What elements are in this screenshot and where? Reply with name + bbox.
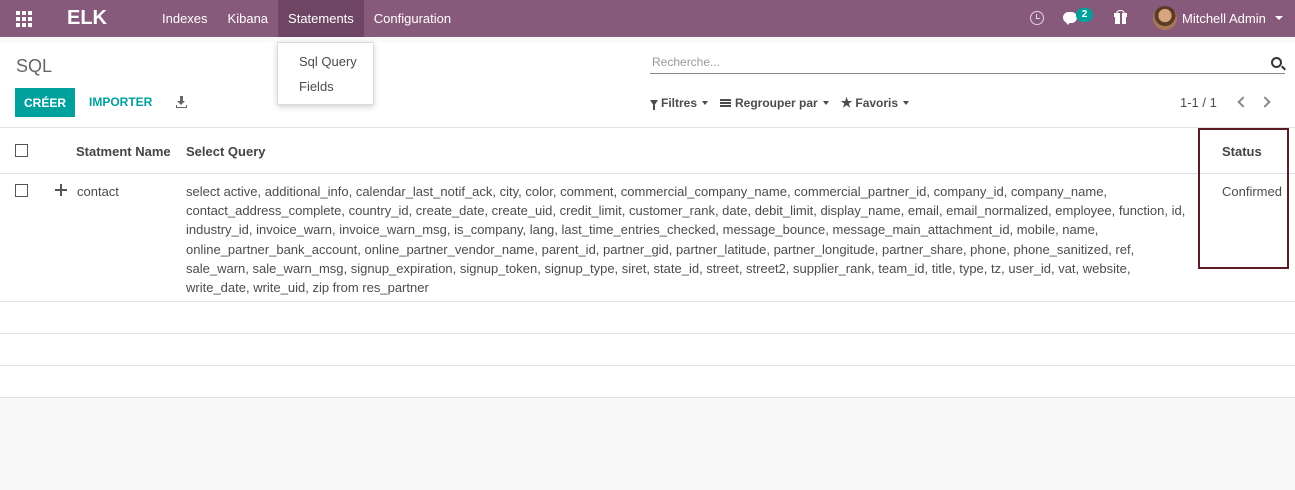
groupby-dropdown[interactable]: Regrouper par xyxy=(720,95,829,111)
cell-status: Confirmed xyxy=(1222,184,1282,199)
user-avatar[interactable] xyxy=(1153,6,1177,30)
menu-configuration[interactable]: Configuration xyxy=(364,0,461,37)
chat-icon[interactable] xyxy=(1063,12,1077,25)
chevron-down-icon xyxy=(702,101,709,105)
pager-next-icon[interactable] xyxy=(1259,96,1271,108)
drag-handle-icon[interactable] xyxy=(55,184,67,196)
select-all-checkbox[interactable] xyxy=(15,144,28,157)
row-checkbox[interactable] xyxy=(15,184,28,197)
gift-icon[interactable] xyxy=(1114,10,1127,24)
list-view-table: Statment Name Select Query Status contac… xyxy=(0,128,1295,398)
import-button[interactable]: IMPORTER xyxy=(89,88,152,117)
chevron-down-icon xyxy=(903,101,910,105)
star-icon: ★ xyxy=(840,95,853,110)
list-icon xyxy=(720,99,732,107)
search-icon[interactable] xyxy=(1271,57,1282,68)
column-header-name[interactable]: Statment Name xyxy=(76,144,171,159)
user-name[interactable]: Mitchell Admin xyxy=(1182,11,1266,26)
search-bar xyxy=(650,54,1285,74)
cell-select-query: select active, additional_info, calendar… xyxy=(186,184,1186,296)
menu-statements[interactable]: Statements xyxy=(278,0,364,37)
menu-item-sql-query[interactable]: Sql Query xyxy=(299,54,357,69)
breadcrumb: SQL xyxy=(16,56,53,76)
menu-item-fields[interactable]: Fields xyxy=(299,79,334,94)
column-header-status[interactable]: Status xyxy=(1222,144,1262,159)
table-row[interactable]: contact select active, additional_info, … xyxy=(0,174,1295,302)
statements-dropdown-menu: Sql Query Fields xyxy=(277,42,374,105)
chevron-down-icon xyxy=(822,101,829,105)
column-header-query[interactable]: Select Query xyxy=(186,144,266,159)
activity-clock-icon[interactable] xyxy=(1030,11,1044,25)
filters-label: Filtres xyxy=(661,96,698,110)
download-icon[interactable] xyxy=(176,96,187,108)
menu-kibana[interactable]: Kibana xyxy=(218,0,278,37)
pager-value[interactable]: 1-1 / 1 xyxy=(1180,95,1217,110)
search-input[interactable] xyxy=(650,55,1250,69)
favorites-dropdown[interactable]: ★ Favoris xyxy=(840,95,910,111)
app-brand[interactable]: ELK xyxy=(67,7,107,30)
main-menu: Indexes Kibana Statements Configuration xyxy=(152,0,461,37)
filter-icon xyxy=(650,100,658,110)
empty-row xyxy=(0,334,1295,366)
chat-count-badge: 2 xyxy=(1076,8,1093,22)
apps-menu-icon[interactable] xyxy=(16,11,33,27)
filters-dropdown[interactable]: Filtres xyxy=(650,95,709,111)
groupby-label: Regrouper par xyxy=(735,96,818,110)
menu-indexes[interactable]: Indexes xyxy=(152,0,218,37)
user-menu-chevron-down-icon[interactable] xyxy=(1275,16,1283,20)
favorites-label: Favoris xyxy=(855,96,899,110)
top-navbar: ELK Indexes Kibana Statements Configurat… xyxy=(0,0,1295,37)
control-panel: SQL CRÉER IMPORTER Filtres Regrouper par… xyxy=(0,42,1295,128)
empty-row xyxy=(0,302,1295,334)
search-options: Filtres Regrouper par ★ Favoris xyxy=(650,95,910,111)
pager-previous-icon[interactable] xyxy=(1237,96,1249,108)
table-header: Statment Name Select Query Status xyxy=(0,128,1295,174)
cell-statement-name: contact xyxy=(77,184,119,199)
empty-row xyxy=(0,366,1295,398)
create-button[interactable]: CRÉER xyxy=(15,88,75,117)
